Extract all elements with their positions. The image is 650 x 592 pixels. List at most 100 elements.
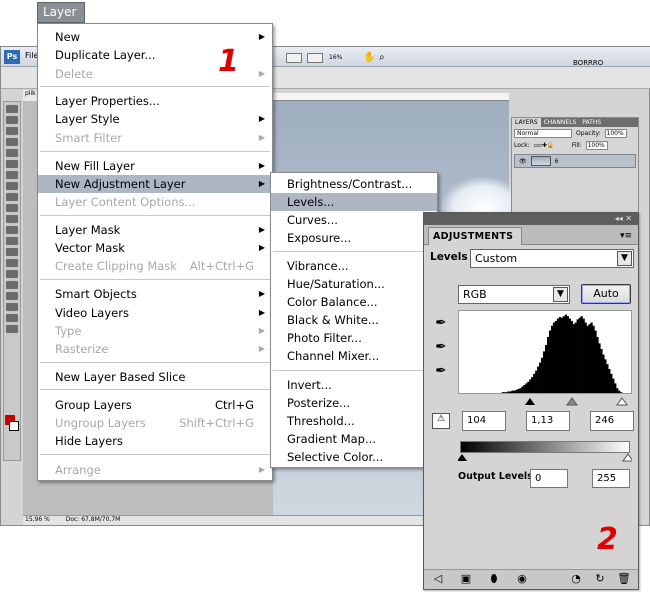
white-point-eyedropper-icon[interactable]: ✒ xyxy=(433,363,449,379)
white-output-slider[interactable] xyxy=(622,453,632,462)
menu-item-new-adjustment-layer[interactable]: New Adjustment Layer ▶ xyxy=(38,175,272,193)
submenu-item-black-white[interactable]: Black & White... xyxy=(271,311,437,329)
previous-state-icon[interactable]: ◔ xyxy=(568,572,584,585)
menu-item-label: Vector Mask xyxy=(55,241,125,255)
dodge-tool-icon[interactable] xyxy=(6,248,18,256)
chevron-down-icon[interactable]: ▼ xyxy=(617,251,632,266)
menu-item-layer-properties[interactable]: Layer Properties... xyxy=(38,92,272,110)
background-color-swatch[interactable] xyxy=(9,421,19,431)
hand-tool-icon[interactable] xyxy=(6,314,18,322)
gray-input-slider[interactable] xyxy=(566,397,578,406)
move-tool-icon[interactable] xyxy=(6,105,18,113)
menu-item-new-layer-based-slice[interactable]: New Layer Based Slice xyxy=(38,368,272,386)
submenu-item-photo-filter[interactable]: Photo Filter... xyxy=(271,329,437,347)
blend-mode-select[interactable]: Normal xyxy=(514,128,572,138)
hand-icon[interactable]: ✋ xyxy=(363,52,375,63)
eraser-tool-icon[interactable] xyxy=(6,215,18,223)
status-zoom[interactable]: 15,96 % xyxy=(25,516,50,523)
path-select-tool-icon[interactable] xyxy=(6,281,18,289)
layers-panel-tabs: LAYERS CHANNELS PATHS xyxy=(512,118,638,127)
submenu-item-hue-saturation[interactable]: Hue/Saturation... xyxy=(271,275,437,293)
submenu-item-invert[interactable]: Invert... xyxy=(271,376,437,394)
submenu-item-channel-mixer[interactable]: Channel Mixer... xyxy=(271,347,437,365)
tab-adjustments[interactable]: ADJUSTMENTS xyxy=(428,227,522,245)
blur-tool-icon[interactable] xyxy=(6,237,18,245)
submenu-item-exposure[interactable]: Exposure... xyxy=(271,229,437,247)
menu-item-smart-objects[interactable]: Smart Objects ▶ xyxy=(38,285,272,303)
submenu-item-curves[interactable]: Curves... xyxy=(271,211,437,229)
stamp-tool-icon[interactable] xyxy=(6,193,18,201)
type-tool-icon[interactable] xyxy=(6,270,18,278)
gradient-tool-icon[interactable] xyxy=(6,226,18,234)
output-levels-label: Output Levels: xyxy=(458,471,537,482)
tab-channels[interactable]: CHANNELS xyxy=(541,118,580,127)
submenu-item-posterize[interactable]: Posterize... xyxy=(271,394,437,412)
menu-item-vector-mask[interactable]: Vector Mask ▶ xyxy=(38,239,272,257)
input-black-field[interactable]: 104 xyxy=(462,411,506,431)
menu-item-layer-mask[interactable]: Layer Mask ▶ xyxy=(38,221,272,239)
close-icon[interactable]: ✕ xyxy=(625,214,632,223)
zoom-icon[interactable]: ⌕ xyxy=(379,52,385,63)
submenu-item-gradient-map[interactable]: Gradient Map... xyxy=(271,430,437,448)
input-gamma-field[interactable]: 1,13 xyxy=(526,411,570,431)
tab-layers[interactable]: LAYERS xyxy=(512,118,541,127)
healing-tool-icon[interactable] xyxy=(6,171,18,179)
marquee-tool-icon[interactable] xyxy=(6,116,18,124)
submenu-item-brightness-contrast[interactable]: Brightness/Contrast... xyxy=(271,175,437,193)
visibility-icon[interactable]: ◉ xyxy=(514,572,530,585)
lock-icons[interactable]: ▫▫✚🔒 xyxy=(534,142,568,149)
zoom-dropdown-icon[interactable] xyxy=(307,53,323,63)
submenu-item-color-balance[interactable]: Color Balance... xyxy=(271,293,437,311)
expanded-view-icon[interactable]: ▣ xyxy=(458,572,474,585)
preset-select[interactable]: Custom ▼ xyxy=(470,249,634,268)
panel-menu-icon[interactable]: ▾≡ xyxy=(620,231,632,241)
gray-point-eyedropper-icon[interactable]: ✒ xyxy=(433,339,449,355)
submenu-item-vibrance[interactable]: Vibrance... xyxy=(271,257,437,275)
zoom-tool-icon[interactable] xyxy=(6,325,18,333)
layer-row[interactable]: 👁 6 xyxy=(514,154,636,168)
menu-item-new-fill-layer[interactable]: New Fill Layer ▶ xyxy=(38,157,272,175)
opacity-input[interactable]: 100% xyxy=(604,128,627,138)
shape-tool-icon[interactable] xyxy=(6,292,18,300)
black-input-slider[interactable] xyxy=(525,398,535,405)
lasso-tool-icon[interactable] xyxy=(6,127,18,135)
black-output-slider[interactable] xyxy=(458,454,467,461)
menu-item-layer-style[interactable]: Layer Style ▶ xyxy=(38,110,272,128)
menu-item-group-layers[interactable]: Group Layers Ctrl+G xyxy=(38,396,272,414)
workspace-name[interactable]: BORRRO xyxy=(573,59,603,67)
zoom-level[interactable]: 16% xyxy=(329,54,342,61)
channel-select[interactable]: RGB ▼ xyxy=(458,285,570,304)
layer-menu-button[interactable]: Layer xyxy=(37,2,85,23)
tab-paths[interactable]: PATHS xyxy=(579,118,604,127)
input-white-field[interactable]: 246 xyxy=(590,411,634,431)
menu-item-video-layers[interactable]: Video Layers ▶ xyxy=(38,304,272,322)
submenu-item-selective-color[interactable]: Selective Color... xyxy=(271,448,437,466)
auto-button[interactable]: Auto xyxy=(581,284,631,304)
black-point-eyedropper-icon[interactable]: ✒ xyxy=(433,315,449,331)
clipping-warning-icon[interactable]: ⚠ xyxy=(432,413,450,429)
3d-tool-icon[interactable] xyxy=(6,303,18,311)
fill-input[interactable]: 100% xyxy=(585,140,608,150)
output-white-field[interactable]: 255 xyxy=(592,469,630,488)
reset-icon[interactable]: ↻ xyxy=(592,572,608,585)
view-extras-icon[interactable] xyxy=(286,53,302,63)
collapse-icon[interactable]: ◂◂ xyxy=(615,214,623,223)
pen-tool-icon[interactable] xyxy=(6,259,18,267)
toolbox xyxy=(3,101,21,461)
eyedropper-tool-icon[interactable] xyxy=(6,160,18,168)
crop-tool-icon[interactable] xyxy=(6,149,18,157)
menu-item-hide-layers[interactable]: Hide Layers xyxy=(38,432,272,450)
quick-select-tool-icon[interactable] xyxy=(6,138,18,146)
submenu-item-threshold[interactable]: Threshold... xyxy=(271,412,437,430)
eye-icon[interactable]: 👁 xyxy=(519,158,527,165)
history-brush-tool-icon[interactable] xyxy=(6,204,18,212)
white-input-slider[interactable] xyxy=(616,397,628,406)
clip-to-layer-icon[interactable]: ⬮ xyxy=(486,572,502,586)
back-arrow-icon[interactable]: ◁ xyxy=(430,572,446,585)
submenu-item-levels[interactable]: Levels... xyxy=(271,193,437,211)
trash-icon[interactable]: 🗑 xyxy=(616,572,632,585)
output-black-field[interactable]: 0 xyxy=(530,469,568,488)
menu-item-label: Layer Mask xyxy=(55,223,121,237)
chevron-down-icon[interactable]: ▼ xyxy=(553,287,568,302)
brush-tool-icon[interactable] xyxy=(6,182,18,190)
